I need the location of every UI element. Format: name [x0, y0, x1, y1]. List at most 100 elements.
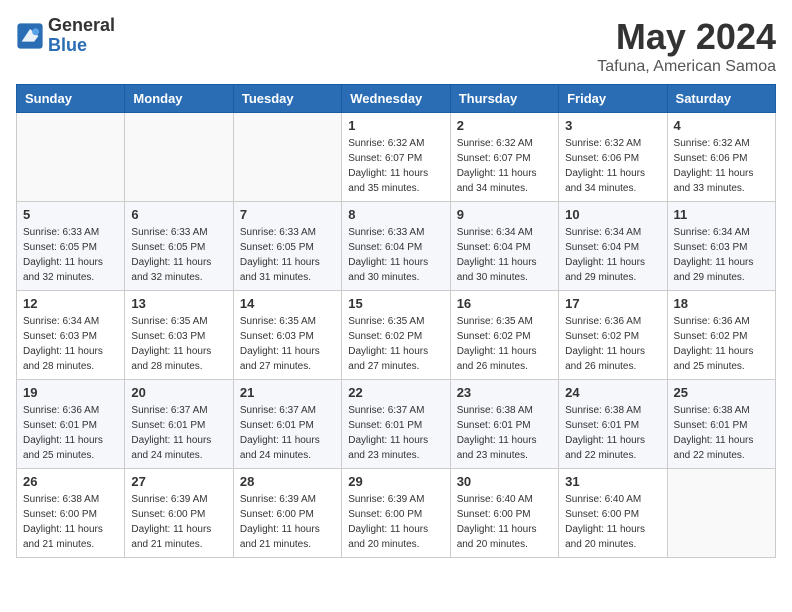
- day-info: Sunrise: 6:38 AM Sunset: 6:01 PM Dayligh…: [565, 403, 660, 463]
- day-info: Sunrise: 6:38 AM Sunset: 6:01 PM Dayligh…: [457, 403, 552, 463]
- day-info: Sunrise: 6:37 AM Sunset: 6:01 PM Dayligh…: [131, 403, 226, 463]
- calendar-cell: 15 Sunrise: 6:35 AM Sunset: 6:02 PM Dayli…: [342, 291, 450, 380]
- day-info: Sunrise: 6:33 AM Sunset: 6:04 PM Dayligh…: [348, 225, 443, 285]
- day-info: Sunrise: 6:37 AM Sunset: 6:01 PM Dayligh…: [240, 403, 335, 463]
- day-number: 23: [457, 385, 552, 400]
- day-info: Sunrise: 6:39 AM Sunset: 6:00 PM Dayligh…: [348, 492, 443, 552]
- calendar-cell: 19 Sunrise: 6:36 AM Sunset: 6:01 PM Dayli…: [17, 380, 125, 469]
- calendar-cell: 23 Sunrise: 6:38 AM Sunset: 6:01 PM Dayli…: [450, 380, 558, 469]
- day-info: Sunrise: 6:35 AM Sunset: 6:03 PM Dayligh…: [240, 314, 335, 374]
- day-number: 16: [457, 296, 552, 311]
- day-info: Sunrise: 6:34 AM Sunset: 6:04 PM Dayligh…: [457, 225, 552, 285]
- day-number: 27: [131, 474, 226, 489]
- day-info: Sunrise: 6:32 AM Sunset: 6:06 PM Dayligh…: [674, 136, 769, 196]
- weekday-header-wednesday: Wednesday: [342, 85, 450, 113]
- day-info: Sunrise: 6:35 AM Sunset: 6:02 PM Dayligh…: [457, 314, 552, 374]
- calendar-cell: 14 Sunrise: 6:35 AM Sunset: 6:03 PM Dayli…: [233, 291, 341, 380]
- day-number: 17: [565, 296, 660, 311]
- day-info: Sunrise: 6:38 AM Sunset: 6:00 PM Dayligh…: [23, 492, 118, 552]
- day-info: Sunrise: 6:38 AM Sunset: 6:01 PM Dayligh…: [674, 403, 769, 463]
- day-number: 22: [348, 385, 443, 400]
- calendar-cell: 30 Sunrise: 6:40 AM Sunset: 6:00 PM Dayli…: [450, 469, 558, 558]
- weekday-header-saturday: Saturday: [667, 85, 775, 113]
- logo-general-text: General: [48, 16, 115, 36]
- day-info: Sunrise: 6:40 AM Sunset: 6:00 PM Dayligh…: [565, 492, 660, 552]
- day-info: Sunrise: 6:36 AM Sunset: 6:01 PM Dayligh…: [23, 403, 118, 463]
- calendar-cell: 6 Sunrise: 6:33 AM Sunset: 6:05 PM Daylig…: [125, 202, 233, 291]
- day-number: 6: [131, 207, 226, 222]
- day-info: Sunrise: 6:33 AM Sunset: 6:05 PM Dayligh…: [131, 225, 226, 285]
- day-info: Sunrise: 6:35 AM Sunset: 6:02 PM Dayligh…: [348, 314, 443, 374]
- logo: General Blue: [16, 16, 115, 56]
- calendar-cell: 5 Sunrise: 6:33 AM Sunset: 6:05 PM Daylig…: [17, 202, 125, 291]
- calendar-cell: 17 Sunrise: 6:36 AM Sunset: 6:02 PM Dayli…: [559, 291, 667, 380]
- day-number: 11: [674, 207, 769, 222]
- calendar-week-row: 5 Sunrise: 6:33 AM Sunset: 6:05 PM Daylig…: [17, 202, 776, 291]
- day-info: Sunrise: 6:33 AM Sunset: 6:05 PM Dayligh…: [23, 225, 118, 285]
- day-number: 3: [565, 118, 660, 133]
- calendar-cell: 10Sunrise: 6:34 AM Sunset: 6:04 PM Dayli…: [559, 202, 667, 291]
- day-info: Sunrise: 6:34 AM Sunset: 6:03 PM Dayligh…: [674, 225, 769, 285]
- day-info: Sunrise: 6:37 AM Sunset: 6:01 PM Dayligh…: [348, 403, 443, 463]
- day-number: 29: [348, 474, 443, 489]
- calendar-cell: 22 Sunrise: 6:37 AM Sunset: 6:01 PM Dayli…: [342, 380, 450, 469]
- calendar-cell: 9 Sunrise: 6:34 AM Sunset: 6:04 PM Daylig…: [450, 202, 558, 291]
- day-number: 9: [457, 207, 552, 222]
- day-info: Sunrise: 6:36 AM Sunset: 6:02 PM Dayligh…: [565, 314, 660, 374]
- day-info: Sunrise: 6:40 AM Sunset: 6:00 PM Dayligh…: [457, 492, 552, 552]
- calendar-cell: 25 Sunrise: 6:38 AM Sunset: 6:01 PM Dayli…: [667, 380, 775, 469]
- calendar-cell: [667, 469, 775, 558]
- calendar-cell: 28 Sunrise: 6:39 AM Sunset: 6:00 PM Dayli…: [233, 469, 341, 558]
- calendar-cell: [233, 113, 341, 202]
- calendar-cell: 18Sunrise: 6:36 AM Sunset: 6:02 PM Dayli…: [667, 291, 775, 380]
- day-number: 25: [674, 385, 769, 400]
- calendar-table: SundayMondayTuesdayWednesdayThursdayFrid…: [16, 84, 776, 558]
- calendar-cell: 20Sunrise: 6:37 AM Sunset: 6:01 PM Dayli…: [125, 380, 233, 469]
- calendar-cell: 11 Sunrise: 6:34 AM Sunset: 6:03 PM Dayli…: [667, 202, 775, 291]
- weekday-header-monday: Monday: [125, 85, 233, 113]
- day-number: 28: [240, 474, 335, 489]
- calendar-cell: 13Sunrise: 6:35 AM Sunset: 6:03 PM Dayli…: [125, 291, 233, 380]
- calendar-cell: 29 Sunrise: 6:39 AM Sunset: 6:00 PM Dayli…: [342, 469, 450, 558]
- day-number: 14: [240, 296, 335, 311]
- day-number: 4: [674, 118, 769, 133]
- calendar-cell: 26 Sunrise: 6:38 AM Sunset: 6:00 PM Dayli…: [17, 469, 125, 558]
- day-info: Sunrise: 6:32 AM Sunset: 6:06 PM Dayligh…: [565, 136, 660, 196]
- page-header: General Blue May 2024 Tafuna, American S…: [16, 16, 776, 76]
- calendar-cell: 7Sunrise: 6:33 AM Sunset: 6:05 PM Daylig…: [233, 202, 341, 291]
- logo-blue-text: Blue: [48, 36, 115, 56]
- day-info: Sunrise: 6:39 AM Sunset: 6:00 PM Dayligh…: [131, 492, 226, 552]
- day-number: 7: [240, 207, 335, 222]
- day-number: 13: [131, 296, 226, 311]
- calendar-week-row: 26 Sunrise: 6:38 AM Sunset: 6:00 PM Dayli…: [17, 469, 776, 558]
- calendar-subtitle: Tafuna, American Samoa: [597, 58, 776, 76]
- day-number: 5: [23, 207, 118, 222]
- weekday-header-tuesday: Tuesday: [233, 85, 341, 113]
- calendar-cell: 16 Sunrise: 6:35 AM Sunset: 6:02 PM Dayli…: [450, 291, 558, 380]
- day-info: Sunrise: 6:39 AM Sunset: 6:00 PM Dayligh…: [240, 492, 335, 552]
- calendar-cell: 31 Sunrise: 6:40 AM Sunset: 6:00 PM Dayli…: [559, 469, 667, 558]
- calendar-cell: 4 Sunrise: 6:32 AM Sunset: 6:06 PM Daylig…: [667, 113, 775, 202]
- weekday-header-sunday: Sunday: [17, 85, 125, 113]
- day-number: 26: [23, 474, 118, 489]
- calendar-week-row: 1Sunrise: 6:32 AM Sunset: 6:07 PM Daylig…: [17, 113, 776, 202]
- day-number: 1: [348, 118, 443, 133]
- calendar-week-row: 19 Sunrise: 6:36 AM Sunset: 6:01 PM Dayli…: [17, 380, 776, 469]
- day-number: 10: [565, 207, 660, 222]
- calendar-cell: 12Sunrise: 6:34 AM Sunset: 6:03 PM Dayli…: [17, 291, 125, 380]
- calendar-title: May 2024: [597, 16, 776, 58]
- calendar-cell: 2Sunrise: 6:32 AM Sunset: 6:07 PM Daylig…: [450, 113, 558, 202]
- day-number: 30: [457, 474, 552, 489]
- logo-icon: [16, 22, 44, 50]
- calendar-cell: [125, 113, 233, 202]
- day-number: 12: [23, 296, 118, 311]
- day-number: 18: [674, 296, 769, 311]
- calendar-week-row: 12Sunrise: 6:34 AM Sunset: 6:03 PM Dayli…: [17, 291, 776, 380]
- day-number: 8: [348, 207, 443, 222]
- title-block: May 2024 Tafuna, American Samoa: [597, 16, 776, 76]
- day-number: 19: [23, 385, 118, 400]
- day-number: 31: [565, 474, 660, 489]
- day-number: 15: [348, 296, 443, 311]
- weekday-header-row: SundayMondayTuesdayWednesdayThursdayFrid…: [17, 85, 776, 113]
- calendar-cell: [17, 113, 125, 202]
